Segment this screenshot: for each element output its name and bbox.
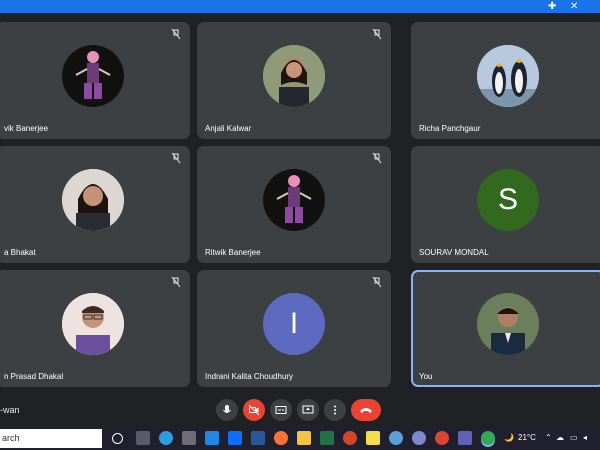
globe-icon[interactable] — [389, 431, 403, 445]
cloud-icon[interactable]: ☁ — [556, 433, 564, 442]
meeting-grid: vik Banerjee Anjali Kalwar Richa Panchga… — [0, 13, 600, 397]
participant-name: Ritwik Banerjee — [205, 248, 261, 257]
apps-grid-icon[interactable] — [458, 431, 472, 445]
network-icon[interactable]: ▭ — [570, 433, 578, 442]
camera-off-button[interactable] — [243, 399, 265, 421]
present-icon — [302, 405, 314, 414]
avatar-letter: I — [289, 306, 299, 340]
participant-name: You — [419, 372, 433, 381]
more-vertical-icon — [334, 405, 336, 415]
participant-name: Anjali Kalwar — [205, 124, 252, 133]
chrome-icon[interactable] — [435, 431, 449, 445]
participant-name: a Bhakat — [4, 248, 36, 257]
mail-icon[interactable] — [228, 431, 242, 445]
participant-tile[interactable]: Ritwik Banerjee — [197, 146, 391, 263]
chrome-active-icon[interactable] — [481, 431, 495, 445]
meeting-code: -wan — [0, 405, 20, 415]
participant-tile[interactable]: Richa Panchgaur — [411, 22, 600, 139]
participant-tile[interactable]: a Bhakat — [0, 146, 190, 263]
avatar — [62, 44, 124, 107]
tray-chevron-icon[interactable]: ⌃ — [545, 433, 552, 442]
leave-call-button[interactable] — [351, 399, 381, 421]
weather-temperature[interactable]: 21°C — [518, 433, 536, 442]
word-icon[interactable] — [251, 431, 265, 445]
participant-name: SOURAV MONDAL — [419, 248, 489, 257]
mic-off-icon — [171, 28, 181, 40]
participant-tile-self[interactable]: You — [411, 270, 600, 387]
mic-off-icon — [372, 28, 382, 40]
extension-icon[interactable]: ✚ — [548, 1, 556, 12]
taskbar-icon[interactable] — [136, 431, 150, 445]
app-icon[interactable] — [412, 431, 426, 445]
participant-name: vik Banerjee — [4, 124, 49, 133]
captions-icon — [275, 406, 287, 414]
participant-name: Richa Panchgaur — [419, 124, 481, 133]
participant-tile[interactable]: vik Banerjee — [0, 22, 190, 139]
participant-name: n Prasad Dhakal — [4, 372, 64, 381]
participant-tile[interactable]: Anjali Kalwar — [197, 22, 391, 139]
store-icon[interactable] — [182, 431, 196, 445]
camera-off-icon — [248, 404, 260, 416]
task-view-icon[interactable] — [112, 433, 123, 444]
browser-top-bar: ✚ ✕ — [0, 0, 600, 13]
mic-off-icon — [372, 276, 382, 288]
firefox-icon[interactable] — [274, 431, 288, 445]
participant-tile[interactable]: n Prasad Dhakal — [0, 270, 190, 387]
taskbar-search-box[interactable]: arch — [0, 429, 102, 448]
edge-icon[interactable] — [159, 431, 173, 445]
avatar: I — [263, 292, 325, 355]
avatar — [263, 168, 325, 231]
captions-button[interactable] — [270, 399, 292, 421]
participant-tile[interactable]: S SOURAV MONDAL — [411, 146, 600, 263]
microphone-button[interactable] — [216, 399, 238, 421]
avatar — [62, 168, 124, 231]
present-screen-button[interactable] — [297, 399, 319, 421]
mic-icon — [223, 405, 231, 413]
powerpoint-icon[interactable] — [343, 431, 357, 445]
participant-name: Indrani Kalita Choudhury — [205, 372, 294, 381]
sticky-notes-icon[interactable] — [366, 431, 380, 445]
avatar: S — [477, 168, 539, 231]
participant-tile[interactable]: I Indrani Kalita Choudhury — [197, 270, 391, 387]
avatar-letter: S — [497, 182, 518, 216]
weather-icon[interactable]: 🌙 — [504, 433, 514, 442]
windows-taskbar: arch 🌙 21°C ⌃ ☁ ▭ ◂ — [0, 427, 600, 450]
avatar — [263, 44, 325, 107]
avatar — [477, 292, 539, 355]
close-icon[interactable]: ✕ — [570, 1, 578, 12]
mic-off-icon — [171, 152, 181, 164]
file-explorer-icon[interactable] — [297, 431, 311, 445]
phone-hangup-icon — [360, 408, 372, 413]
search-placeholder: arch — [2, 433, 20, 443]
volume-icon[interactable]: ◂ — [583, 433, 587, 442]
avatar — [477, 44, 539, 107]
app-l-icon[interactable] — [205, 431, 219, 445]
more-options-button[interactable] — [324, 399, 346, 421]
meeting-controls: -wan — [0, 397, 600, 427]
excel-icon[interactable] — [320, 431, 334, 445]
avatar — [62, 292, 124, 355]
mic-off-icon — [372, 152, 382, 164]
mic-off-icon — [171, 276, 181, 288]
